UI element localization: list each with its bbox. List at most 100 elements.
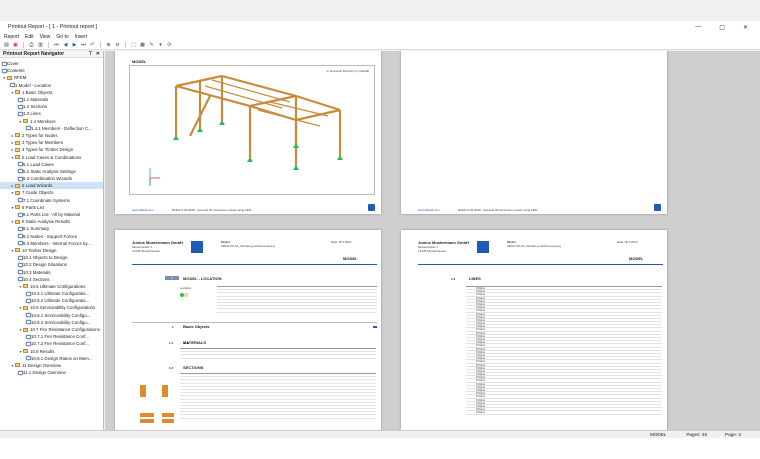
tree-item[interactable]: 11.1 Design Overview [0,369,103,376]
tree-item[interactable]: Contents [0,67,103,74]
edit-icon[interactable]: ✎ [148,42,155,48]
tree-item[interactable]: ▾ 1 Basic Objects [0,89,103,96]
tree-item[interactable]: ▾ 5 Load Cases & Combinations [0,153,103,160]
menu-edit[interactable]: Edit [25,34,34,40]
tree-item[interactable]: 8.1 Parts List - All by Material [0,211,103,218]
tree-item-label: 10.7.2 Fire Resistance Conf... [31,341,90,347]
tree-item[interactable]: 5.1 Load Cases [0,161,103,168]
tree-item[interactable]: ▾ 11 Design Overview [0,362,103,369]
page-icon [18,255,23,260]
folder-icon [15,248,20,253]
tree-item[interactable]: ▾ 10.6 Serviceability Configurations [0,304,103,311]
line-type-cell: Polyline [476,404,486,408]
tree-item[interactable]: Cover [0,60,103,67]
tree-item[interactable]: 9.1 Summary [0,225,103,232]
tree-item[interactable]: ▸ 3 Types for Members [0,139,103,146]
section-number-materials: 1.1 [169,341,174,345]
dlubal-logo [654,204,661,211]
tree-item[interactable]: 10.4 Sections [0,276,103,283]
tree-item[interactable]: ▾ 7 Guide Objects [0,189,103,196]
folder-icon [15,190,20,195]
tree-item[interactable]: 1.2 Sections [0,103,103,110]
tree-item[interactable]: ▸ 4 Types for Timber Design [0,146,103,153]
page-header: Junius Mustermann GmbH Musterstraße 1 12… [132,240,183,253]
tree-item[interactable]: ▾ 8 Parts List [0,204,103,211]
page-icon [18,370,23,375]
tree-item[interactable]: ▾ RFEM [0,74,103,81]
tree-item-label: 11 Design Overview [22,362,61,368]
tree-item[interactable]: 10.5.1 Ultimate Configuratio... [0,290,103,297]
pin-icon[interactable]: ⊤ [88,51,92,57]
previous-page-icon[interactable]: ◀ [62,42,69,48]
tree-item[interactable]: 10.6.2 Serviceability Configu... [0,319,103,326]
folder-icon [23,327,28,332]
page-icon [2,68,7,73]
lines-table: Polyline Polyline Polyline Polyline Polyline… [466,286,662,415]
tree-item[interactable]: ▸ 2 Types for Nodes [0,132,103,139]
menu-view[interactable]: View [40,34,51,40]
menu-report[interactable]: Report [4,34,19,40]
tree-item[interactable]: 5.3 Combination Wizards [0,175,103,182]
toolbar: ▤ ▣ ⎙ ▥ ⏮ ◀ ▶ ⏭ ↶ ⊕ ⊖ ⬚ ▦ ✎ ▾ ⟳ [0,41,760,50]
close-report-icon[interactable]: ▣ [12,42,19,48]
tree-item-label: 9.2 Nodes - Support Forces [23,233,77,239]
tree-item[interactable]: ▾ 10.8 Results [0,348,103,355]
header-model-word: MODEL [629,256,644,261]
tree-item[interactable]: ▾ 10 Timber Design [0,247,103,254]
date-label: Date [617,240,624,244]
tree-item[interactable]: 1.4.1 Members - Deflection C... [0,125,103,132]
zoom-in-icon[interactable]: ⊕ [105,42,112,48]
next-page-icon[interactable]: ▶ [71,42,78,48]
tree-item[interactable]: ▸ 6 Load Wizards [0,182,103,190]
menu-goto[interactable]: Go to [56,34,68,40]
line-type-cell: Polyline [476,338,486,341]
settings-icon[interactable]: ▾ [157,42,164,48]
page-icon [26,298,31,303]
folder-icon [15,147,20,152]
tree-item[interactable]: ▾ 10.7 Fire Resistance Configurations [0,326,103,333]
materials-table [180,348,376,359]
print-icon[interactable]: ⎙ [28,42,35,48]
last-page-icon[interactable]: ⏭ [80,42,87,48]
print-graphics-icon[interactable]: ▥ [37,42,44,48]
minimize-icon[interactable]: — [695,24,701,31]
line-type-cell: Polyline [476,373,486,377]
tree-item[interactable]: 10.8.1 Design Ratios on Mem... [0,355,103,362]
tree-item[interactable]: 7.1 Coordinate Systems [0,197,103,204]
tree-item[interactable]: 9.2 Nodes - Support Forces [0,233,103,240]
tree-item[interactable]: 10.2 Design Situations [0,261,103,268]
report-viewer: MODEL in Isometric Direction by Default [105,51,760,430]
export-icon[interactable]: ▦ [139,42,146,48]
tree-item[interactable]: ▾ 9 Static Analysis Results [0,218,103,225]
page-setup-icon[interactable]: ▤ [3,42,10,48]
tree-item[interactable]: 10.6.1 Serviceability Configu... [0,312,103,319]
maximize-icon[interactable]: ▢ [719,24,725,31]
tree-item[interactable]: 1.3 Lines [0,110,103,117]
sections-table [180,373,376,419]
tree-item[interactable]: 10.3 Materials [0,268,103,275]
tree-item[interactable]: 9.3 Members - Internal Forces by... [0,240,103,247]
refresh-icon[interactable]: ⟳ [166,42,173,48]
location-table [217,286,377,313]
line-type-cell: Polyline [476,334,486,338]
tree-item[interactable]: 10.5.2 Ultimate Configuratio... [0,297,103,304]
menu-insert[interactable]: Insert [75,34,88,40]
section-sketches [138,381,178,430]
tree-item[interactable]: 1.1 Materials [0,96,103,103]
tree-item[interactable]: 10.7.1 Fire Resistance Conf... [0,333,103,340]
line-type-cell: Polyline [476,318,486,322]
tree-item[interactable]: 1 Model - Location [0,82,103,89]
tree-item[interactable]: ▾ 10.5 Ultimate Configurations [0,283,103,290]
close-icon[interactable]: ✕ [743,24,748,31]
zoom-out-icon[interactable]: ⊖ [114,42,121,48]
tree-item[interactable]: 10.1 Objects to Design [0,254,103,261]
tree-item[interactable]: ▾ 1.4 Members [0,118,103,125]
tree-item-label: 10.4 Sections [23,276,50,282]
tree-item-label: 9.1 Summary [23,226,50,232]
navigator-close-icon[interactable]: ✕ [96,51,100,57]
back-icon[interactable]: ↶ [89,42,96,48]
select-icon[interactable]: ⬚ [130,42,137,48]
first-page-icon[interactable]: ⏮ [53,42,60,48]
tree-item[interactable]: 10.7.2 Fire Resistance Conf... [0,340,103,347]
tree-item[interactable]: 5.2 Static Analysis Settings [0,168,103,175]
